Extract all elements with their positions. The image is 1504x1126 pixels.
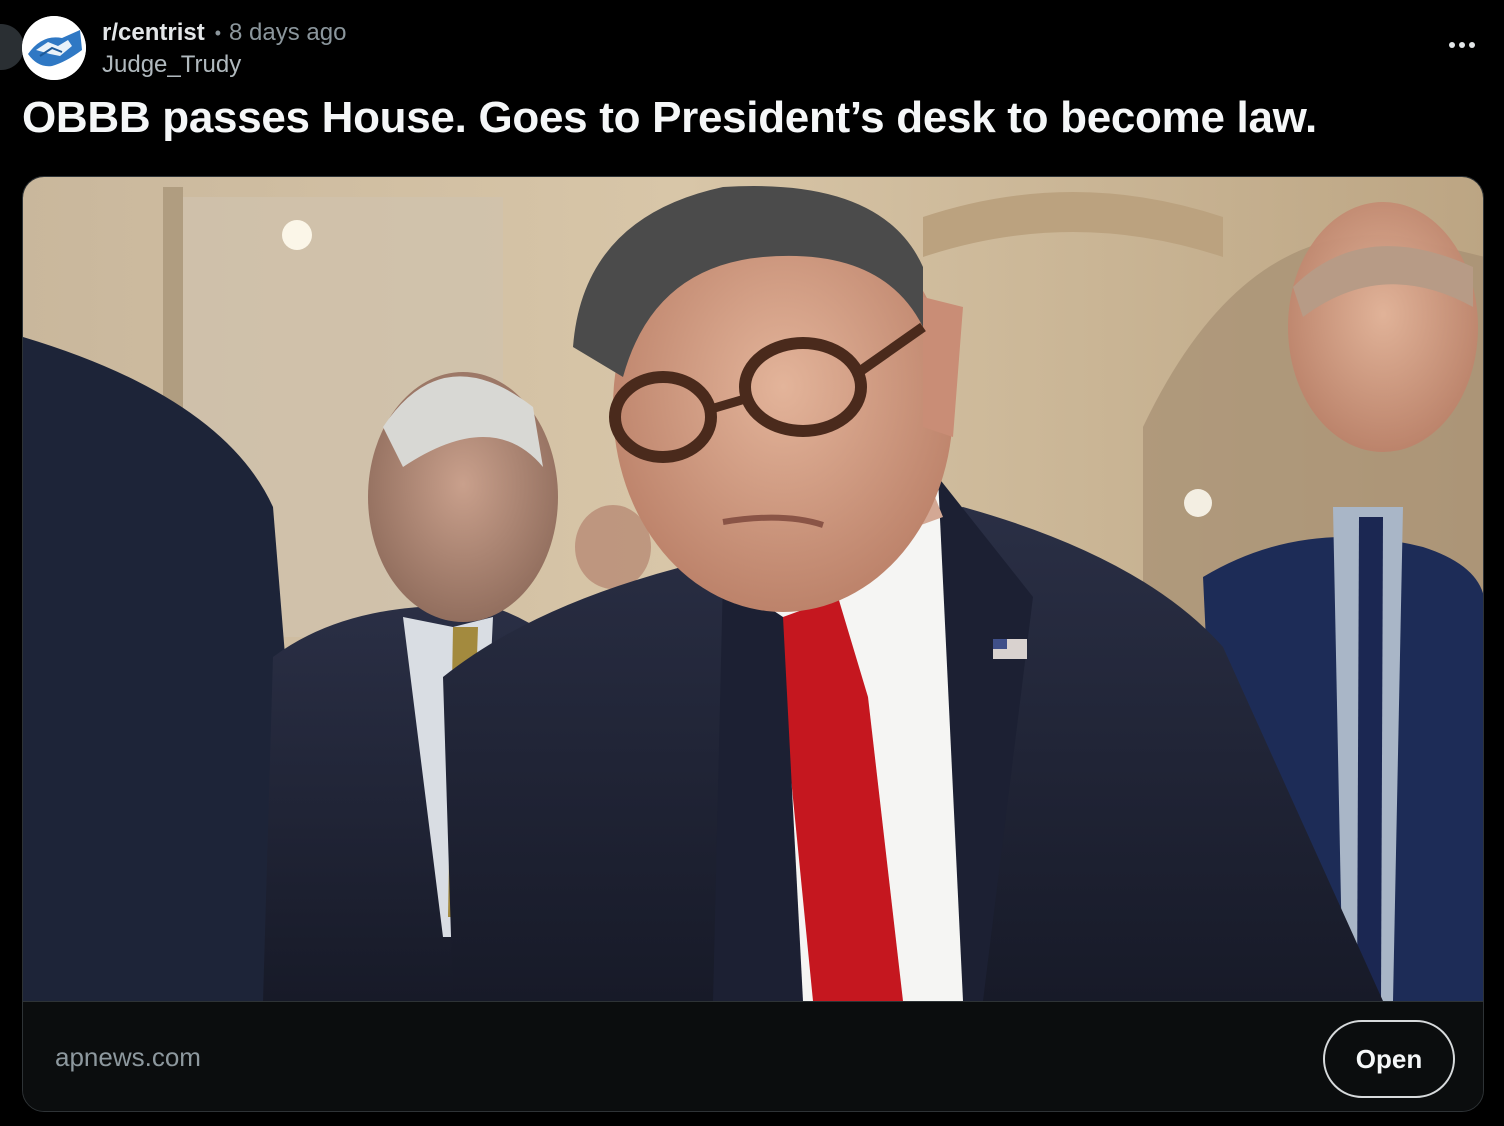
author-link[interactable]: Judge_Trudy [102,50,241,80]
community-avatar[interactable] [22,16,86,80]
post-meta: r/centrist • 8 days ago [102,18,346,48]
link-preview-card[interactable]: apnews.com Open [22,176,1484,1112]
post-timestamp: 8 days ago [229,19,347,46]
post-title[interactable]: OBBB passes House. Goes to President’s d… [22,90,1317,146]
link-card-footer: apnews.com Open [23,1001,1483,1111]
link-domain[interactable]: apnews.com [55,1042,201,1073]
link-thumbnail[interactable] [23,177,1484,1001]
open-link-button[interactable]: Open [1323,1020,1455,1098]
partial-avatar[interactable] [0,24,24,70]
post-container: r/centrist • 8 days ago Judge_Trudy OBBB… [0,0,1504,1126]
handshake-icon [22,16,86,80]
subreddit-link[interactable]: r/centrist [102,18,205,48]
more-options-button[interactable] [1442,30,1482,60]
more-horizontal-icon [1449,42,1455,48]
meta-separator: • [214,23,222,43]
